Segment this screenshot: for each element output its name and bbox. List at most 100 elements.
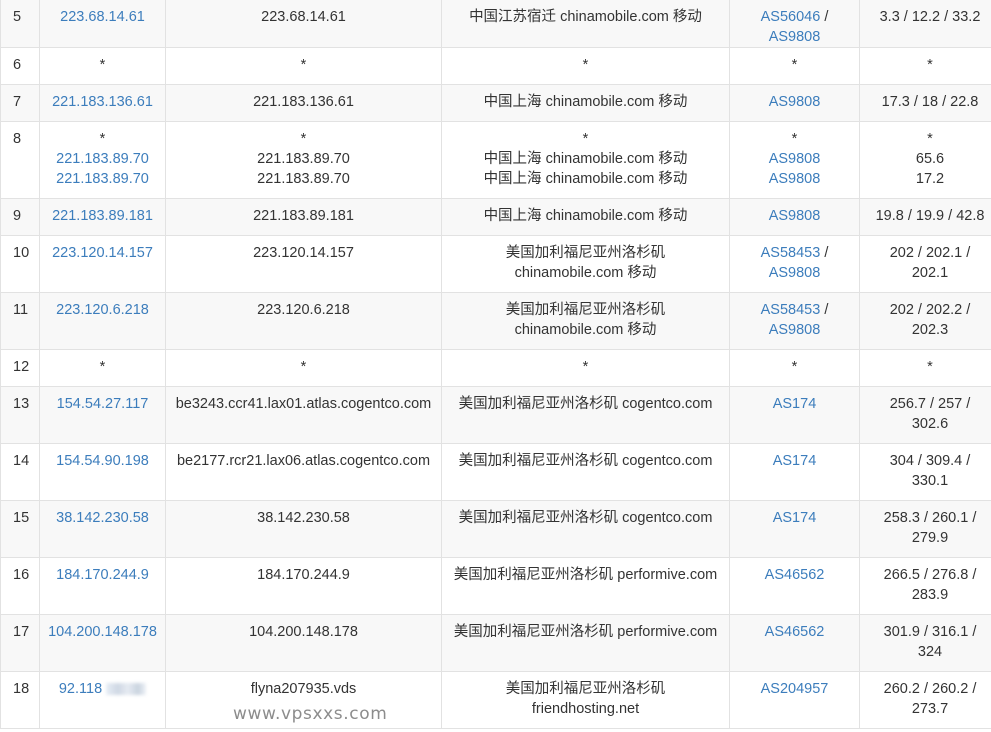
asn-link[interactable]: AS46562 [765, 567, 825, 583]
latency-text: 202 / 202.1 / [889, 245, 971, 261]
hop-number-cell: 13 [0, 386, 40, 444]
ip-link[interactable]: 38.142.230.58 [44, 508, 161, 528]
latency-text: 19.8 / 19.9 / 42.8 [875, 208, 985, 224]
asn-cell: AS56046 / AS9808 [729, 0, 860, 48]
asn-separator: / [820, 245, 829, 261]
asn-link[interactable]: AS58453 [761, 245, 821, 261]
asn-link[interactable]: AS9808 [769, 171, 821, 187]
asn-line: AS46562 [734, 565, 855, 585]
asn-line: AS204957 [734, 679, 855, 699]
latency-text: 202.1 [911, 265, 949, 281]
asn-cell: AS174 [729, 443, 860, 501]
latency-cell: 304 / 309.4 / 330.1 [859, 443, 991, 501]
latency-text: 301.9 / 316.1 / [883, 624, 977, 640]
latency-cell: 17.3 / 18 / 22.8 [859, 84, 991, 122]
ip-cell: 104.200.148.178 [39, 614, 166, 672]
table-row: 13 154.54.27.117 be3243.ccr41.lax01.atlas.… [0, 386, 991, 444]
location-text: 美国加利福尼亚州洛杉矶 performive.com [453, 624, 718, 640]
latency-cell: 202 / 202.2 / 202.3 [859, 292, 991, 350]
ip-cell: 154.54.27.117 [39, 386, 166, 444]
asn-cell: AS58453 / AS9808 [729, 292, 860, 350]
ip-link[interactable]: 221.183.89.181 [44, 206, 161, 226]
latency-cell: 3.3 / 12.2 / 33.2 [859, 0, 991, 48]
asn-line: AS9808 [734, 206, 855, 226]
asn-link[interactable]: AS9808 [769, 151, 821, 167]
asn-link[interactable]: AS9808 [769, 29, 821, 45]
table-row: 14 154.54.90.198 be2177.rcr21.lax06.atlas.… [0, 443, 991, 501]
hostname-text: 223.120.14.157 [253, 245, 354, 261]
location-text: 美国加利福尼亚州洛杉矶 [505, 302, 666, 318]
asn-link[interactable]: AS174 [773, 510, 817, 526]
asn-line: AS58453 / [734, 300, 855, 320]
asn-cell: AS174 [729, 500, 860, 558]
latency-cell: * [859, 47, 991, 85]
latency-text: 273.7 [911, 701, 949, 717]
ip-link[interactable]: 104.200.148.178 [44, 622, 161, 642]
ip-link[interactable]: 154.54.27.117 [44, 394, 161, 414]
latency-text: * [927, 131, 933, 147]
location-text: 中国上海 chinamobile.com 移动 [483, 208, 688, 224]
table-row: 11 223.120.6.218 223.120.6.218 美国加利福尼亚州洛杉矶 c… [0, 292, 991, 350]
asn-link[interactable]: AS46562 [765, 624, 825, 640]
latency-cell: * [859, 349, 991, 387]
hostname-cell: 221.183.136.61 [165, 84, 442, 122]
ip-cell: 221.183.136.61 [39, 84, 166, 122]
ip-link[interactable]: 223.120.6.218 [44, 300, 161, 320]
asn-cell: AS46562 [729, 557, 860, 615]
table-row: 18 92.118 flyna207935.vds 美国加利福尼亚州洛杉矶 friend… [0, 671, 991, 729]
hop-number-cell: 7 [0, 84, 40, 122]
asn-link[interactable]: AS9808 [769, 322, 821, 338]
ip-link[interactable]: 92.118 [59, 681, 102, 697]
hostname-text: * [300, 359, 307, 375]
location-text: 美国加利福尼亚州洛杉矶 [505, 681, 666, 697]
latency-cell: 266.5 / 276.8 / 283.9 [859, 557, 991, 615]
asn-link[interactable]: AS174 [773, 453, 817, 469]
asn-link[interactable]: AS9808 [769, 208, 821, 224]
ip-link[interactable]: 221.183.89.70 [44, 149, 161, 169]
location-cell: 美国加利福尼亚州洛杉矶 performive.com [441, 614, 730, 672]
ip-link[interactable]: 223.68.14.61 [44, 7, 161, 27]
ip-cell: 223.68.14.61 [39, 0, 166, 48]
asn-link[interactable]: AS56046 [761, 9, 821, 25]
location-text: * [582, 131, 589, 147]
latency-text: * [927, 57, 933, 73]
asn-link[interactable]: AS9808 [769, 94, 821, 110]
asn-cell: * [729, 47, 860, 85]
asn-link[interactable]: AS58453 [761, 302, 821, 318]
ip-link[interactable]: 221.183.89.70 [44, 169, 161, 189]
latency-text: 3.3 / 12.2 / 33.2 [879, 9, 981, 25]
asn-line: AS9808 [734, 169, 855, 189]
hop-number-cell: 11 [0, 292, 40, 350]
asn-link[interactable]: AS9808 [769, 265, 821, 281]
asn-link[interactable]: AS174 [773, 396, 817, 412]
location-text: 中国上海 chinamobile.com 移动 [483, 171, 688, 187]
latency-text: * [927, 359, 933, 375]
hostname-cell: * 221.183.89.70 221.183.89.70 [165, 121, 442, 199]
latency-cell: 256.7 / 257 / 302.6 [859, 386, 991, 444]
ip-link[interactable]: 184.170.244.9 [44, 565, 161, 585]
location-text: 美国加利福尼亚州洛杉矶 cogentco.com [458, 453, 713, 469]
asn-cell: AS46562 [729, 614, 860, 672]
ip-link[interactable]: 154.54.90.198 [44, 451, 161, 471]
location-text: * [582, 57, 589, 73]
asn-link[interactable]: AS204957 [761, 681, 829, 697]
hostname-cell: 38.142.230.58 [165, 500, 442, 558]
location-cell: 美国加利福尼亚州洛杉矶 cogentco.com [441, 443, 730, 501]
asn-separator: / [820, 302, 829, 318]
hostname-text: 104.200.148.178 [249, 624, 358, 640]
hostname-text: 223.68.14.61 [261, 9, 346, 25]
location-text: * [582, 359, 589, 375]
location-cell: 美国加利福尼亚州洛杉矶 chinamobile.com 移动 [441, 235, 730, 293]
location-text: 中国上海 chinamobile.com 移动 [483, 94, 688, 110]
hostname-text: 221.183.89.70 [257, 151, 350, 167]
table-row: 7 221.183.136.61 221.183.136.61 中国上海 chinam… [0, 84, 991, 122]
ip-link[interactable]: 223.120.14.157 [44, 243, 161, 263]
hostname-text: be2177.rcr21.lax06.atlas.cogentco.com [176, 453, 431, 469]
asn-cell: * AS9808 AS9808 [729, 121, 860, 199]
no-response-marker: * [99, 359, 106, 375]
ip-link[interactable]: 221.183.136.61 [44, 92, 161, 112]
asn-cell: AS9808 [729, 198, 860, 236]
latency-cell: * 65.6 17.2 [859, 121, 991, 199]
asn-line: AS174 [734, 508, 855, 528]
latency-text: 202.3 [911, 322, 949, 338]
